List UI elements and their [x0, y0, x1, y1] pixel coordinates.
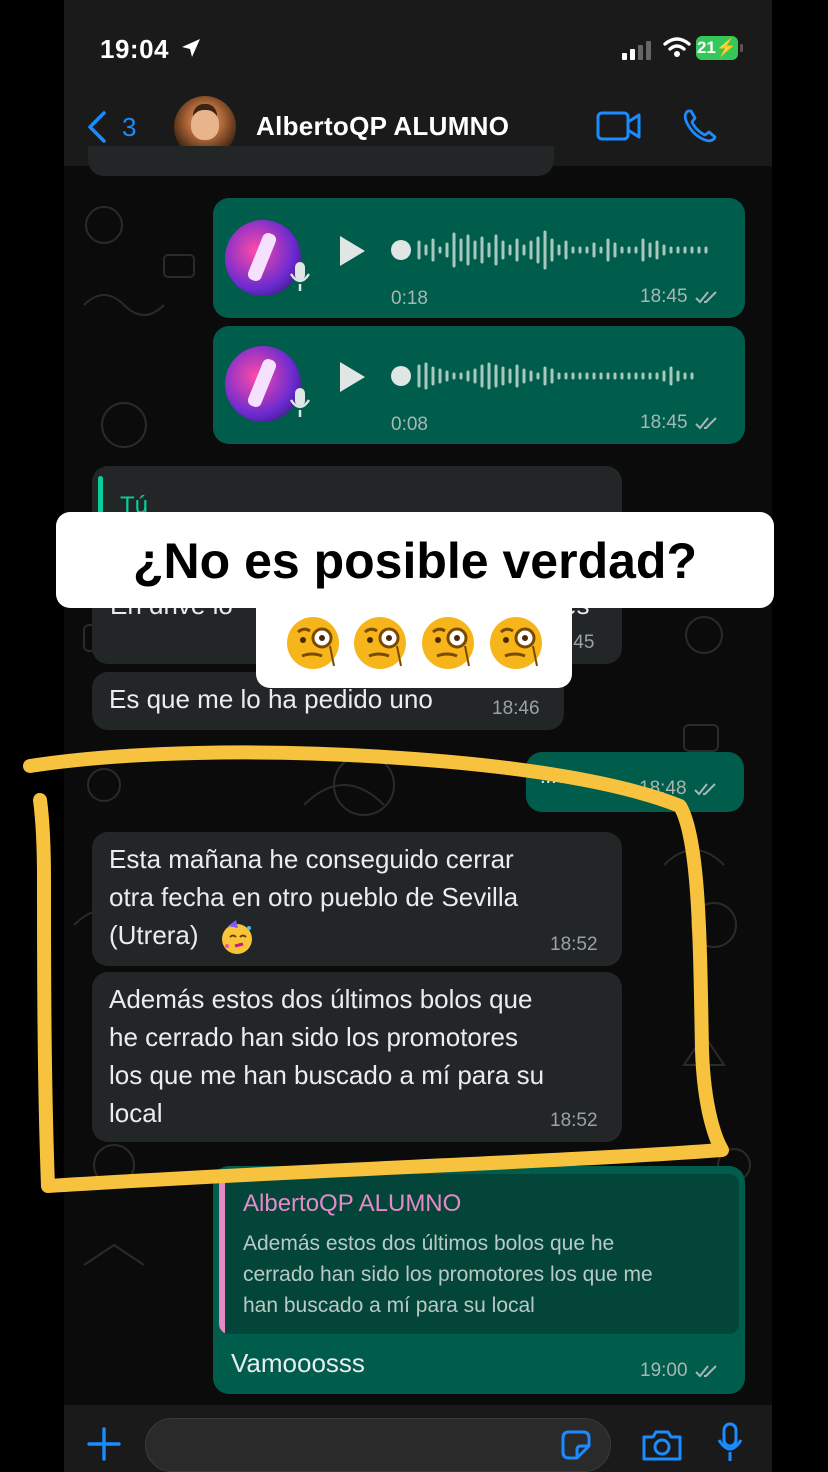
double-check-icon	[693, 783, 716, 796]
party-face-icon	[222, 920, 252, 954]
play-icon[interactable]	[337, 234, 367, 268]
message-line: local	[109, 1098, 163, 1128]
voice-duration: 0:18	[391, 288, 428, 309]
quote-line: Además estos dos últimos bolos que he	[243, 1232, 615, 1255]
message-line: (Utrera)	[109, 920, 199, 950]
message-input[interactable]	[145, 1418, 611, 1472]
phone-call-icon[interactable]	[682, 108, 718, 144]
mic-badge-icon	[289, 388, 311, 417]
quote-author: AlbertoQP ALUMNO	[243, 1190, 462, 1217]
double-check-icon	[694, 417, 717, 430]
wifi-icon	[663, 37, 691, 57]
message-line: Esta mañana he conseguido cerrar	[109, 844, 514, 874]
battery-indicator: 21⚡	[696, 36, 743, 60]
outgoing-message[interactable]: ...en 18:48	[526, 752, 744, 812]
location-arrow-icon	[182, 39, 200, 57]
incoming-message[interactable]: Además estos dos últimos bolos que he ce…	[92, 972, 622, 1142]
waveform[interactable]	[389, 354, 715, 398]
message-line: otra fecha en otro pueblo de Sevilla	[109, 882, 519, 912]
face-with-monocle-icon	[490, 617, 542, 669]
face-with-monocle-icon	[422, 617, 474, 669]
message-text: ...en	[540, 766, 579, 788]
signal-icon	[622, 41, 651, 60]
message-time: 18:52	[550, 1110, 598, 1131]
quote-line: han buscado a mí para su local	[243, 1294, 535, 1317]
status-time: 19:04	[100, 34, 169, 64]
contact-name[interactable]: AlbertoQP ALUMNO	[256, 111, 509, 142]
message-time: 18:45	[640, 286, 720, 308]
quote-line: cerrado han sido los promotores los que …	[243, 1263, 653, 1286]
sticker-icon[interactable]	[559, 1428, 593, 1462]
play-icon[interactable]	[337, 360, 367, 394]
story-caption: ¿No es posible verdad?	[56, 512, 774, 608]
quote-accent-bar	[219, 1174, 225, 1334]
message-time: 18:46	[492, 698, 540, 719]
message-time: 18:52	[550, 934, 598, 955]
message-time: 19:00	[640, 1360, 720, 1382]
incoming-message[interactable]: Esta mañana he conseguido cerrar otra fe…	[92, 832, 622, 966]
double-check-icon	[694, 291, 717, 304]
voice-duration: 0:08	[391, 414, 428, 435]
right-margin	[772, 0, 828, 1472]
plus-icon[interactable]	[86, 1426, 122, 1462]
message-time: 18:45	[640, 412, 720, 434]
double-check-icon	[694, 1365, 717, 1378]
left-margin	[0, 0, 64, 1472]
waveform[interactable]	[389, 228, 715, 272]
voice-note-bubble[interactable]: 0:18 18:45	[213, 198, 745, 318]
face-with-monocle-icon	[354, 617, 406, 669]
message-time: 18:48	[639, 778, 719, 800]
message-line: he cerrado han sido los promotores	[109, 1022, 519, 1052]
camera-icon[interactable]	[641, 1428, 683, 1462]
video-call-icon[interactable]	[596, 110, 642, 142]
unread-count[interactable]: 3	[122, 112, 136, 143]
message-text: Vamooosss	[231, 1348, 365, 1378]
reply-quote-box[interactable]: AlbertoQP ALUMNO Además estos dos último…	[219, 1174, 739, 1334]
reply-message[interactable]: AlbertoQP ALUMNO Además estos dos último…	[213, 1166, 745, 1394]
microphone-icon[interactable]	[716, 1422, 744, 1464]
message-line: Además estos dos últimos bolos que	[109, 984, 533, 1014]
voice-note-bubble[interactable]: 0:08 18:45	[213, 326, 745, 444]
face-with-monocle-icon	[287, 617, 339, 669]
message-line: los que me han buscado a mí para su	[109, 1060, 545, 1090]
partial-bubble	[88, 146, 554, 176]
back-chevron-icon[interactable]	[85, 110, 109, 144]
mic-badge-icon	[289, 262, 311, 291]
